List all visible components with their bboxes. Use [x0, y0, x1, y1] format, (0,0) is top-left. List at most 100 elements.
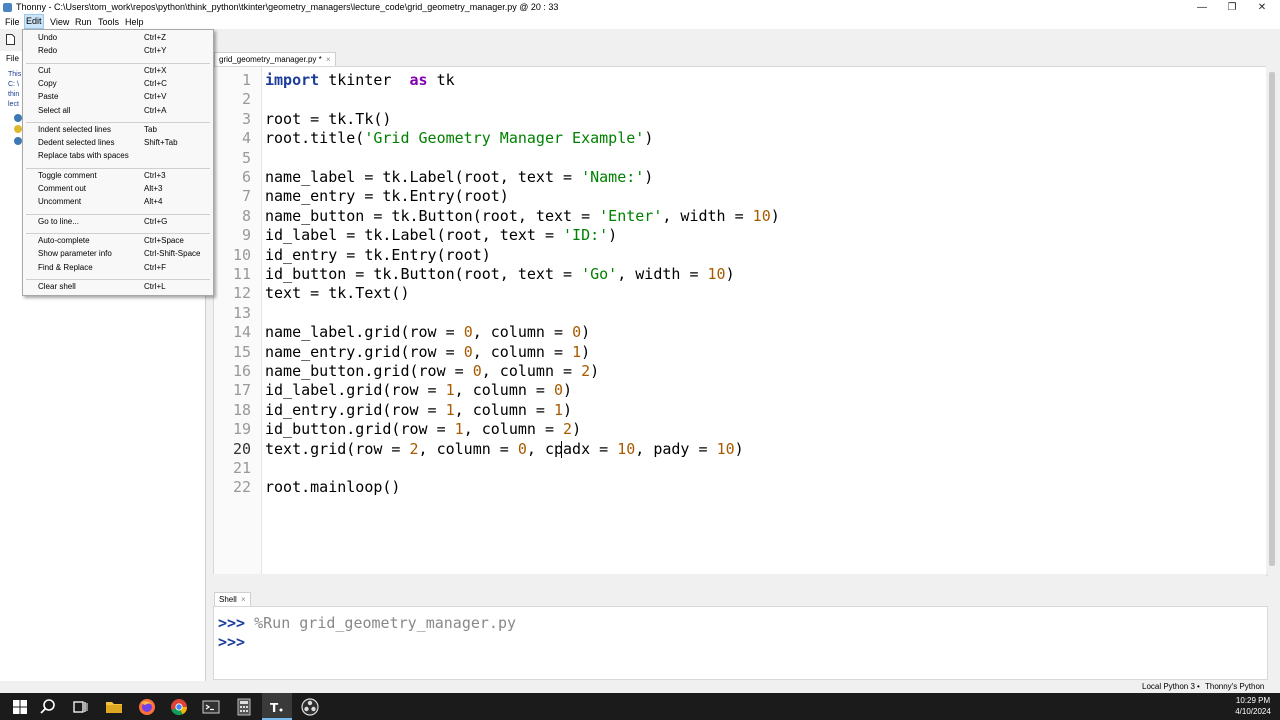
code-token: 'Go' — [581, 265, 618, 283]
shell-line: >>> %Run grid_geometry_manager.py — [218, 614, 516, 633]
code-token: 10 — [707, 265, 726, 283]
code-line: id_button.grid(row = 1, column = 2) — [265, 420, 581, 439]
interpreter-name[interactable]: Thonny's Python — [1205, 681, 1264, 692]
line-number: 1 — [241, 71, 251, 89]
code-token: 10 — [752, 207, 771, 225]
obs-icon[interactable] — [300, 697, 320, 717]
code-token: ) — [590, 362, 600, 380]
menu-item-find-replace[interactable]: Find & Replace Ctrl+F — [24, 263, 212, 276]
code-token: id_label = tk.Label(root, text = — [265, 226, 564, 244]
line-number: 8 — [241, 207, 251, 225]
menu-item-dedent-selected-lines[interactable]: Dedent selected lines Shift+Tab — [24, 138, 212, 151]
menu-run[interactable]: Run — [74, 15, 93, 29]
line-number: 16 — [232, 362, 251, 380]
windows-taskbar: T 10:29 PM 4/10/2024 — [0, 693, 1280, 720]
line-number: 6 — [241, 168, 251, 186]
calculator-icon[interactable] — [234, 697, 254, 717]
new-file-icon[interactable] — [6, 34, 15, 45]
scrollbar-thumb[interactable] — [1269, 72, 1275, 566]
files-path-line: C: \ — [8, 81, 19, 88]
menu-item-select-all[interactable]: Select all Ctrl+A — [24, 106, 212, 119]
menu-item-shortcut: Shift+Tab — [144, 138, 178, 148]
editor-vertical-scrollbar[interactable] — [1266, 66, 1278, 574]
edit-menu-dropdown: Undo Ctrl+Z Redo Ctrl+Y Cut Ctrl+X Copy Ctrl+C P… — [22, 29, 214, 296]
code-token: 'Name:' — [581, 168, 645, 186]
menu-item-label: Dedent selected lines — [38, 138, 115, 148]
minimize-button[interactable]: — — [1186, 0, 1218, 15]
menu-item-auto-complete[interactable]: Auto-complete Ctrl+Space — [24, 236, 212, 249]
code-token: 'Grid Geometry Manager Example' — [364, 129, 645, 147]
menu-tools[interactable]: Tools — [97, 15, 120, 29]
menu-item-cut[interactable]: Cut Ctrl+X — [24, 66, 212, 79]
code-line: id_entry.grid(row = 1, column = 1) — [265, 401, 572, 420]
menu-view[interactable]: View — [49, 15, 70, 29]
line-number: 9 — [241, 226, 251, 244]
code-token: , column = — [454, 401, 554, 419]
status-bar: Local Python 3 • Thonny's Python — [0, 681, 1280, 692]
code-line: id_button = tk.Button(root, text = 'Go',… — [265, 265, 735, 284]
code-token: 2 — [581, 362, 591, 380]
editor-horizontal-scrollbar[interactable] — [213, 574, 1266, 584]
code-line: root.mainloop() — [265, 478, 400, 497]
menu-item-label: Find & Replace — [38, 262, 93, 272]
menu-help[interactable]: Help — [124, 15, 145, 29]
editor-tab[interactable]: grid_geometry_manager.py * × — [214, 52, 336, 66]
terminal-icon[interactable] — [201, 697, 221, 717]
windows-start-icon[interactable] — [10, 697, 30, 717]
code-token: 0 — [517, 440, 527, 458]
python-file-icon[interactable] — [14, 114, 22, 122]
search-icon[interactable] — [38, 697, 58, 717]
python-file-icon[interactable] — [14, 125, 22, 133]
file-explorer-icon[interactable] — [104, 697, 124, 717]
shell-console[interactable]: >>> %Run grid_geometry_manager.py >>> — [213, 606, 1268, 680]
code-token: 0 — [572, 323, 582, 341]
files-tab[interactable]: File — [6, 54, 19, 63]
line-number: 2 — [241, 90, 251, 108]
line-number: 14 — [232, 323, 251, 341]
firefox-icon[interactable] — [137, 697, 157, 717]
code-editor[interactable]: 1 2 3 4 5 6 7 8 9 10 11 12 13 14 15 16 17 18 19 20 21 22 impo… — [213, 66, 1268, 576]
shell-tab[interactable]: Shell × — [214, 592, 251, 606]
menu-item-toggle-comment[interactable]: Toggle comment Ctrl+3 — [24, 171, 212, 184]
menu-item-shortcut: Ctrl+C — [144, 78, 167, 88]
menu-item-paste[interactable]: Paste Ctrl+V — [24, 92, 212, 105]
taskbar-clock[interactable]: 10:29 PM 4/10/2024 — [1230, 695, 1276, 717]
menu-item-shortcut: Tab — [144, 124, 157, 134]
code-token: 0 — [472, 362, 482, 380]
menu-item-go-to-line[interactable]: Go to line... Ctrl+G — [24, 217, 212, 230]
menu-item-replace-tabs-with-spaces[interactable]: Replace tabs with spaces — [24, 151, 212, 164]
shell-tab-strip: Shell × — [212, 590, 1280, 606]
files-path-line: lect — [8, 101, 19, 108]
code-line: text = tk.Text() — [265, 284, 410, 303]
code-token: ) — [581, 343, 591, 361]
menu-item-copy[interactable]: Copy Ctrl+C — [24, 79, 212, 92]
shell-prompt: >>> — [218, 633, 246, 651]
menu-item-uncomment[interactable]: Uncomment Alt+4 — [24, 197, 212, 210]
code-token: , cpadx = — [526, 440, 618, 458]
menu-item-label: Paste — [38, 92, 59, 102]
menu-item-show-parameter-info[interactable]: Show parameter info Ctrl-Shift-Space — [24, 249, 212, 262]
menu-item-redo[interactable]: Redo Ctrl+Y — [24, 46, 212, 59]
chrome-icon[interactable] — [169, 697, 189, 717]
code-line: root = tk.Tk() — [265, 110, 391, 129]
menu-item-clear-shell[interactable]: Clear shell Ctrl+L — [24, 282, 212, 295]
close-tab-icon[interactable]: × — [326, 55, 331, 64]
maximize-button[interactable]: ❐ — [1216, 0, 1248, 15]
menu-file[interactable]: File — [4, 15, 21, 29]
menu-edit[interactable]: Edit — [24, 14, 44, 29]
menu-item-label: Go to line... — [38, 216, 79, 226]
code-token: id_entry.grid(row = — [265, 401, 446, 419]
code-line: import tkinter as tk — [265, 71, 455, 90]
close-window-button[interactable]: ✕ — [1246, 0, 1278, 15]
menu-item-indent-selected-lines[interactable]: Indent selected lines Tab — [24, 125, 212, 138]
thonny-icon[interactable]: T — [267, 697, 287, 717]
line-number: 19 — [232, 420, 251, 438]
menu-item-comment-out[interactable]: Comment out Alt+3 — [24, 184, 212, 197]
menu-item-undo[interactable]: Undo Ctrl+Z — [24, 33, 212, 46]
close-tab-icon[interactable]: × — [241, 595, 246, 604]
code-token: ) — [644, 168, 654, 186]
task-view-icon[interactable] — [70, 697, 90, 717]
code-token: 0 — [463, 343, 473, 361]
interpreter-label[interactable]: Local Python 3 — [1142, 681, 1195, 692]
python-file-icon[interactable] — [14, 137, 22, 145]
